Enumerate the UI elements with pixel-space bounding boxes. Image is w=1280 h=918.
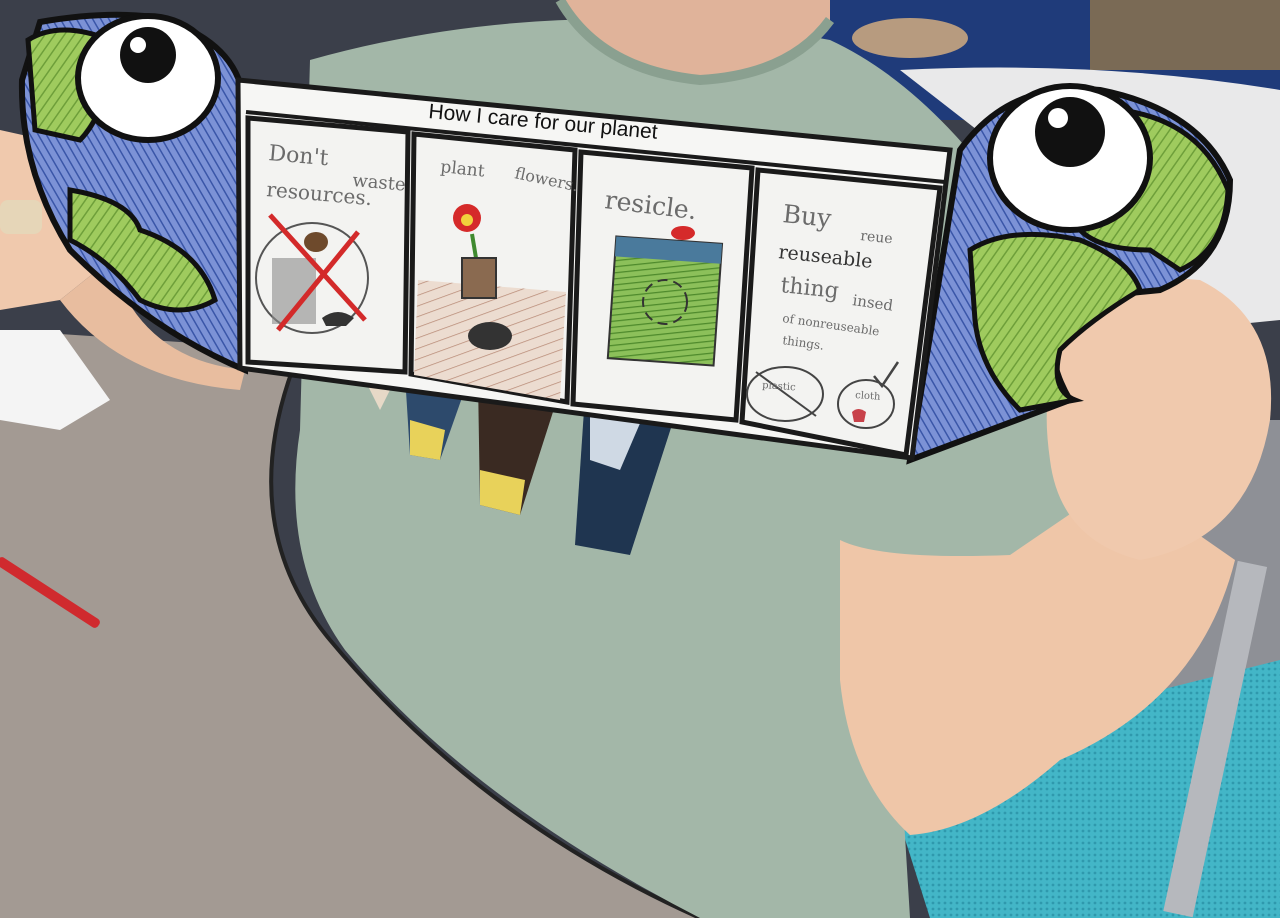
panel-4-label-cloth: cloth <box>855 390 882 403</box>
back-stool <box>852 18 968 58</box>
panel-2-shadow <box>468 322 512 350</box>
panel-frame-4 <box>739 167 943 458</box>
panel-1-apple-core <box>304 232 328 252</box>
scene-svg: How I care for our planet Don't waste re… <box>0 0 1280 918</box>
panel-3-item <box>671 226 695 240</box>
back-shelf <box>1090 0 1280 70</box>
panel-2-flower-center <box>461 214 473 226</box>
photo-scene: How I care for our planet Don't waste re… <box>0 0 1280 918</box>
panel-4-text-line-2: reue <box>860 228 894 247</box>
panel-1-text-line-1: Don't <box>267 141 329 171</box>
eraser <box>0 200 42 234</box>
panel-4-text-line-1: Buy <box>781 199 833 233</box>
panel-2-pot <box>461 257 497 299</box>
panel-4-cloth-bag <box>852 409 866 422</box>
